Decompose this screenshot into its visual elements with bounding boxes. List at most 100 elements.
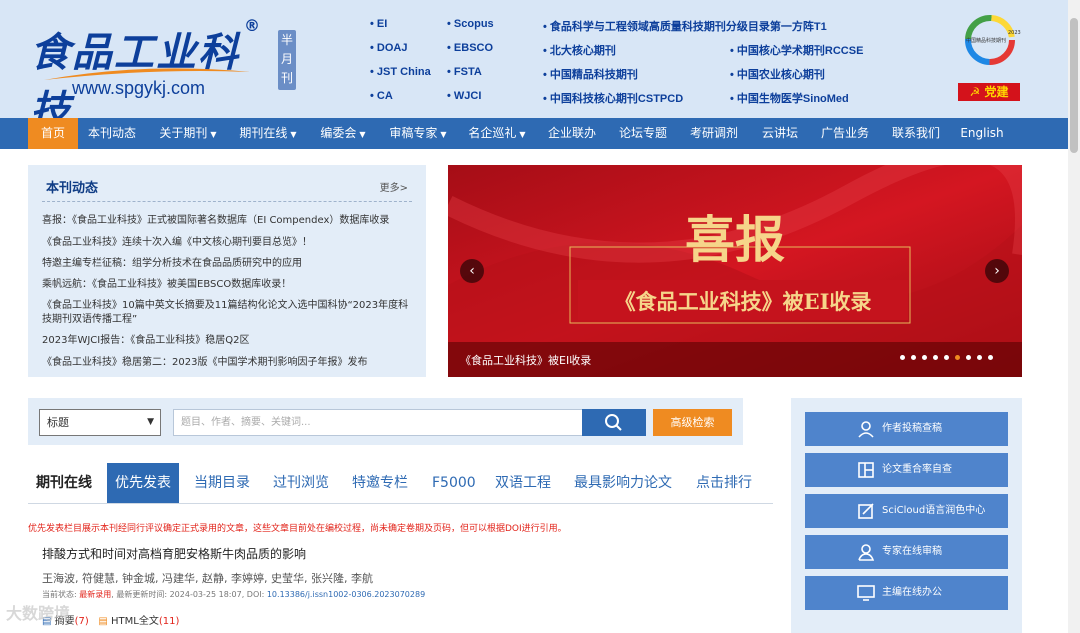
news-item[interactable]: 《食品工业科技》10篇中英文长摘要及11篇结构化论文入选中国科协“2023年度科… xyxy=(42,299,414,327)
carousel-next-button[interactable]: › xyxy=(985,259,1009,283)
tab-4[interactable]: 特邀专栏 xyxy=(352,463,408,503)
index-indexes_col3-1[interactable]: 北大核心期刊 xyxy=(543,42,616,58)
nav-item-4[interactable]: 编委会 ▼ xyxy=(312,118,374,149)
carousel-dot[interactable] xyxy=(966,355,971,360)
sidebar-button-label: SciCloud语言润色中心 xyxy=(882,505,986,516)
nav-label: 首页 xyxy=(40,126,65,140)
sidebar-button-4[interactable]: 主编在线办公 xyxy=(805,576,1008,610)
nav-item-5[interactable]: 审稿专家 ▼ xyxy=(382,118,454,149)
quality-journal-award-icon: 中国精品科技期刊 2023 xyxy=(965,15,1021,65)
chevron-down-icon: ▼ xyxy=(147,417,154,427)
nav-item-7[interactable]: 企业联办 xyxy=(541,118,603,149)
tab-0: 期刊在线 xyxy=(36,475,92,491)
caret-down-icon: ▼ xyxy=(290,130,297,139)
party-emblem-icon: ☭ xyxy=(969,85,985,99)
search-input[interactable]: 题目、作者、摘要、关键词... xyxy=(173,409,583,436)
nav-item-13[interactable]: English xyxy=(957,118,1007,149)
index-indexes_col3-0[interactable]: 食品科学与工程领域高质量科技期刊分级目录第一方阵T1 xyxy=(543,18,827,34)
news-item[interactable]: 特邀主编专栏征稿：组学分析技术在食品品质研究中的应用 xyxy=(42,257,414,271)
news-item[interactable]: 乘帆远航：《食品工业科技》被美国EBSCO数据库收录！ xyxy=(42,278,414,292)
caret-down-icon: ▼ xyxy=(519,130,526,139)
tab-6[interactable]: 双语工程 xyxy=(495,463,551,503)
nav-label: 名企巡礼 xyxy=(468,126,517,140)
scrollbar[interactable] xyxy=(1068,0,1080,633)
nav-item-1[interactable]: 本刊动态 xyxy=(82,118,142,149)
edit-icon xyxy=(858,503,874,519)
nav-item-11[interactable]: 广告业务 xyxy=(814,118,876,149)
sidebar-button-label: 主编在线办公 xyxy=(882,587,942,598)
tab-2[interactable]: 当期目录 xyxy=(194,463,250,503)
search-field-value: 标题 xyxy=(47,416,69,429)
sidebar-button-3[interactable]: 专家在线审稿 xyxy=(805,535,1008,569)
advanced-search-button[interactable]: 高级检索 xyxy=(653,409,732,436)
tab-5[interactable]: F5000 xyxy=(432,463,476,503)
search-field-select[interactable]: 标题 ▼ xyxy=(39,409,161,436)
nav-item-6[interactable]: 名企巡礼 ▼ xyxy=(461,118,533,149)
status-label: 当前状态: xyxy=(42,590,77,599)
search-button[interactable] xyxy=(582,409,646,436)
news-item[interactable]: 《食品工业科技》稳居第二：2023版《中国学术期刊影响因子年报》发布 xyxy=(42,356,414,370)
sidebar-button-1[interactable]: 论文重合率自查 xyxy=(805,453,1008,487)
carousel-dot[interactable] xyxy=(944,355,949,360)
index-indexes_col3-3[interactable]: 中国科技核心期刊CSTPCD xyxy=(543,90,683,106)
carousel-dot[interactable] xyxy=(933,355,938,360)
nav-item-10[interactable]: 云讲坛 xyxy=(755,118,805,149)
carousel-dot[interactable] xyxy=(988,355,993,360)
index-indexes_col3-2[interactable]: 中国精品科技期刊 xyxy=(543,66,638,82)
updated-value: 2024-03-25 18:07 xyxy=(169,590,242,599)
doi-link[interactable]: 10.13386/j.issn1002-0306.2023070289 xyxy=(267,590,425,599)
scrollbar-thumb[interactable] xyxy=(1070,18,1078,153)
search-panel: 标题 ▼ 题目、作者、摘要、关键词... 高级检索 xyxy=(28,398,743,445)
index-indexes_col4-2[interactable]: 中国生物医学SinoMed xyxy=(730,90,849,106)
carousel-dot[interactable] xyxy=(955,355,960,360)
nav-item-0[interactable]: 首页 xyxy=(28,118,78,149)
index-indexes_col4-1[interactable]: 中国农业核心期刊 xyxy=(730,66,825,82)
tab-1[interactable]: 优先发表 xyxy=(107,463,179,503)
search-icon xyxy=(605,414,622,431)
banner-headline: 喜报 xyxy=(685,210,785,269)
news-item[interactable]: 2023年WJCI报告：《食品工业科技》稳居Q2区 xyxy=(42,334,414,348)
doi-label: DOI: xyxy=(246,590,265,599)
nav-item-9[interactable]: 考研调剂 xyxy=(683,118,745,149)
index-indexes_col2-2[interactable]: FSTA xyxy=(447,66,482,78)
carousel-prev-button[interactable]: ‹ xyxy=(460,259,484,283)
nav-item-8[interactable]: 论坛专题 xyxy=(613,118,673,149)
nav-item-2[interactable]: 关于期刊 ▼ xyxy=(152,118,224,149)
party-building-button[interactable]: ☭ 党建 xyxy=(958,83,1020,101)
carousel-dot[interactable] xyxy=(911,355,916,360)
index-indexes_col1-3[interactable]: CA xyxy=(370,90,393,102)
sidebar-button-0[interactable]: 作者投稿查稿 xyxy=(805,412,1008,446)
news-more-link[interactable]: 更多> xyxy=(380,179,408,194)
nav-item-3[interactable]: 期刊在线 ▼ xyxy=(232,118,304,149)
journal-logo[interactable]: 食品工业科技 ® www.spgykj.com xyxy=(26,14,276,134)
hero-carousel[interactable]: 喜报 《食品工业科技》被EI收录 ‹ › 《食品工业科技》被EI收录 xyxy=(448,165,1022,377)
caret-down-icon: ▼ xyxy=(440,130,447,139)
index-indexes_col1-0[interactable]: EI xyxy=(370,18,387,30)
index-indexes_col4-0[interactable]: 中国核心学术期刊RCCSE xyxy=(730,42,864,58)
party-label: 党建 xyxy=(984,85,1009,99)
nav-item-12[interactable]: 联系我们 xyxy=(885,118,947,149)
index-indexes_col2-3[interactable]: WJCI xyxy=(447,90,482,102)
carousel-dot[interactable] xyxy=(922,355,927,360)
nav-label: 本刊动态 xyxy=(87,126,136,140)
news-item[interactable]: 喜报：《食品工业科技》正式被国际著名数据库（EI Compendex）数据库收录 xyxy=(42,214,414,228)
article-title[interactable]: 排酸方式和时间对高档育肥安格斯牛肉品质的影响 xyxy=(42,545,306,562)
news-item[interactable]: 《食品工业科技》连续十次入编《中文核心期刊要目总览》！ xyxy=(42,236,414,250)
tab-7[interactable]: 最具影响力论文 xyxy=(574,463,672,503)
index-indexes_col1-2[interactable]: JST China xyxy=(370,66,431,78)
banner-caption[interactable]: 《食品工业科技》被EI收录 xyxy=(460,352,591,368)
sidebar-button-2[interactable]: SciCloud语言润色中心 xyxy=(805,494,1008,528)
monitor-icon xyxy=(857,585,875,601)
priority-notice: 优先发表栏目展示本刊经同行评议确定正式录用的文章，这些文章目前处在编校过程，尚未… xyxy=(28,524,567,534)
tab-3[interactable]: 过刊浏览 xyxy=(273,463,329,503)
index-indexes_col2-0[interactable]: Scopus xyxy=(447,18,494,30)
carousel-dot[interactable] xyxy=(900,355,905,360)
frequency-badge: 半月刊 xyxy=(278,30,296,90)
article-meta: 当前状态: 最新录用, 最新更新时间: 2024-03-25 18:07, DO… xyxy=(42,590,426,599)
index-indexes_col1-1[interactable]: DOAJ xyxy=(370,42,408,54)
carousel-dot[interactable] xyxy=(977,355,982,360)
tab-8[interactable]: 点击排行 xyxy=(696,463,752,503)
nav-label: 审稿专家 xyxy=(389,126,438,140)
html-fulltext-link[interactable]: HTML全文 xyxy=(111,616,159,627)
index-indexes_col2-1[interactable]: EBSCO xyxy=(447,42,493,54)
